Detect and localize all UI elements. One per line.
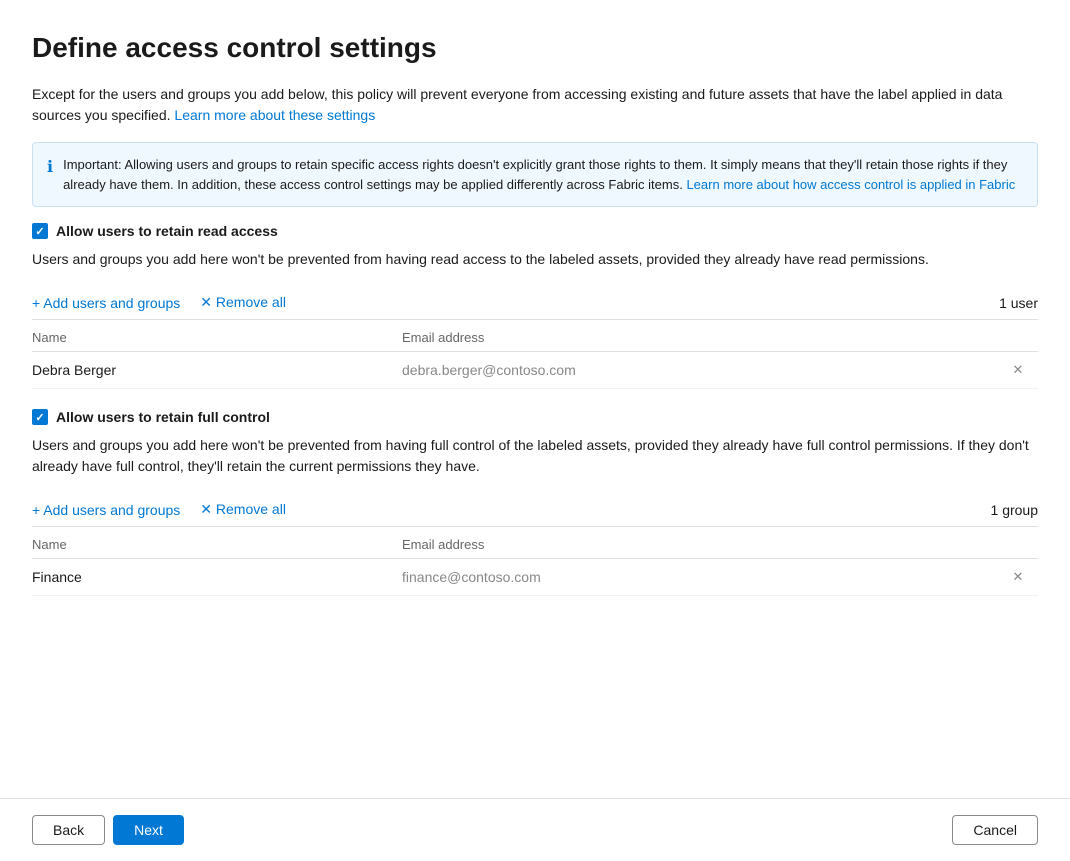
read-access-table-header: Name Email address	[32, 320, 1038, 352]
read-access-description: Users and groups you add here won't be p…	[32, 249, 1038, 270]
back-button[interactable]: Back	[32, 815, 105, 845]
page-title: Define access control settings	[32, 32, 1038, 64]
read-access-label: Allow users to retain read access	[56, 223, 278, 239]
full-control-row-remove-0[interactable]: ✕	[998, 569, 1038, 585]
full-control-label: Allow users to retain full control	[56, 409, 270, 425]
full-control-row-name-0: Finance	[32, 569, 402, 585]
full-control-row-email-0: finance@contoso.com	[402, 569, 998, 585]
full-control-action-bar: + Add users and groups ✕ Remove all 1 gr…	[32, 493, 1038, 527]
learn-more-link[interactable]: Learn more about these settings	[174, 107, 375, 123]
close-icon: ✕	[1013, 362, 1024, 378]
read-access-row-email-0: debra.berger@contoso.com	[402, 362, 998, 378]
full-control-remove-button[interactable]: ✕ Remove all	[200, 501, 286, 518]
footer: Back Next Cancel	[0, 798, 1070, 861]
intro-text: Except for the users and groups you add …	[32, 84, 1038, 126]
full-control-description: Users and groups you add here won't be p…	[32, 435, 1038, 477]
cancel-button[interactable]: Cancel	[952, 815, 1038, 845]
read-access-row-remove-0[interactable]: ✕	[998, 362, 1038, 378]
full-control-checkbox-row: Allow users to retain full control	[32, 409, 1038, 425]
read-access-row-0: Debra Berger debra.berger@contoso.com ✕	[32, 352, 1038, 389]
info-box: ℹ Important: Allowing users and groups t…	[32, 142, 1038, 207]
close-icon: ✕	[1013, 569, 1024, 585]
next-button[interactable]: Next	[113, 815, 184, 845]
read-access-checkbox-row: Allow users to retain read access	[32, 223, 1038, 239]
full-control-col-email: Email address	[402, 537, 1038, 552]
read-access-add-button[interactable]: + Add users and groups	[32, 294, 180, 311]
read-access-col-name: Name	[32, 330, 402, 345]
read-access-count: 1 user	[999, 295, 1038, 311]
read-access-col-email: Email address	[402, 330, 1038, 345]
read-access-action-bar: + Add users and groups ✕ Remove all 1 us…	[32, 286, 1038, 320]
read-access-checkbox[interactable]	[32, 223, 48, 239]
info-icon: ℹ	[47, 156, 53, 180]
read-access-row-name-0: Debra Berger	[32, 362, 402, 378]
full-control-count: 1 group	[991, 502, 1038, 518]
read-access-remove-button[interactable]: ✕ Remove all	[200, 294, 286, 311]
info-text: Important: Allowing users and groups to …	[63, 155, 1023, 194]
full-control-add-button[interactable]: + Add users and groups	[32, 501, 180, 518]
info-learn-more-link[interactable]: Learn more about how access control is a…	[686, 177, 1015, 192]
full-control-checkbox[interactable]	[32, 409, 48, 425]
full-control-row-0: Finance finance@contoso.com ✕	[32, 559, 1038, 596]
full-control-table-header: Name Email address	[32, 527, 1038, 559]
full-control-col-name: Name	[32, 537, 402, 552]
